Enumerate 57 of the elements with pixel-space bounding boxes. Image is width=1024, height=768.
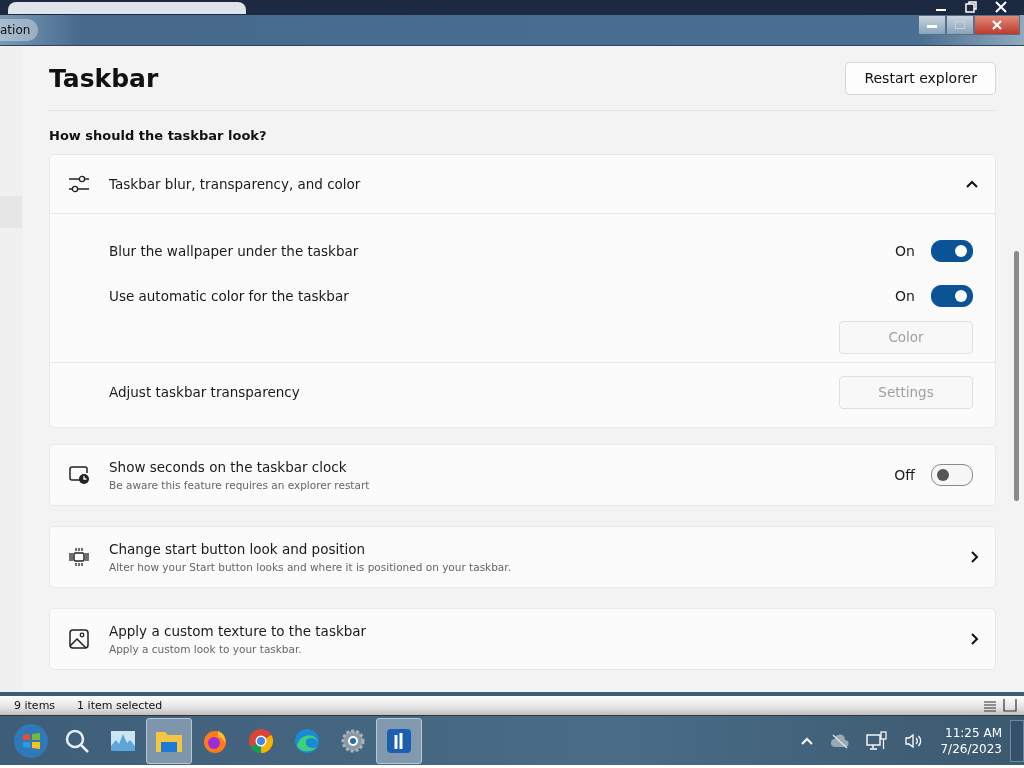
caret-up-icon[interactable] <box>800 735 815 746</box>
setting-label: Use automatic color for the taskbar <box>109 287 349 304</box>
setting-label: Blur the wallpaper under the taskbar <box>109 242 359 259</box>
setting-description: Apply a custom look to your taskbar. <box>109 643 303 655</box>
setting-description: Alter how your Start button looks and where it is positioned on your taskbar. <box>109 561 511 573</box>
close-button[interactable] <box>974 15 1020 35</box>
tiles-view-icon[interactable] <box>1002 698 1018 713</box>
setting-title: Show seconds on the taskbar clock <box>109 459 348 475</box>
clock-time: 11:25 AM <box>945 725 1002 740</box>
search-icon <box>64 727 90 754</box>
details-view-icon[interactable] <box>982 698 998 713</box>
toggle-state: On <box>895 242 915 259</box>
setting-description: Be aware this feature requires an explorer restart <box>109 479 370 491</box>
window-title: ation <box>0 19 39 41</box>
item-count: 9 items <box>14 699 56 712</box>
wave-globe-icon <box>294 727 320 754</box>
button-position-icon <box>68 547 90 567</box>
expander-title: Taskbar blur, transparency, and color <box>109 176 361 192</box>
chrome-icon <box>248 727 274 754</box>
chevron-right-icon <box>969 632 979 646</box>
cloud-off-icon[interactable] <box>830 732 851 749</box>
settings-card[interactable]: Apply a custom texture to the taskbar Apply a custom look to your taskbar. <box>49 608 996 670</box>
section-heading: How should the taskbar look? <box>49 128 268 143</box>
clock-date: 7/26/2023 <box>940 741 1002 756</box>
settings-card[interactable]: Change start button look and position Alter how your Start button looks and where it is positioned on your taskbar. <box>49 526 996 588</box>
toggle-switch[interactable] <box>931 284 973 307</box>
expander-header[interactable]: Taskbar blur, transparency, and color <box>50 155 995 214</box>
sliders-icon <box>68 175 90 193</box>
close-icon[interactable] <box>994 0 1008 14</box>
volume-icon[interactable] <box>904 732 923 749</box>
chevron-icon[interactable] <box>965 179 979 189</box>
toggle-state: Off <box>894 467 915 483</box>
clock-screen-icon <box>68 465 90 485</box>
selection-count: 1 item selected <box>77 699 163 712</box>
toggle-switch[interactable] <box>931 464 973 486</box>
image-icon <box>68 629 90 649</box>
maximize-icon <box>954 20 966 30</box>
close-icon <box>991 20 1003 30</box>
network-icon[interactable] <box>866 730 889 751</box>
scrollbar[interactable] <box>1014 251 1019 501</box>
restart-explorer-button[interactable]: Restart explorer <box>845 61 996 95</box>
taskbar-button[interactable] <box>376 717 422 764</box>
setting-title: Change start button look and position <box>109 541 367 557</box>
chevron-right-icon <box>969 550 979 564</box>
minimize-button[interactable] <box>918 15 946 35</box>
setting-label: Adjust taskbar transparency <box>109 384 300 400</box>
taskbar-button[interactable] <box>146 717 192 764</box>
start-orb-icon <box>13 722 49 759</box>
toggle-state: On <box>895 287 915 304</box>
toggle-switch[interactable] <box>931 239 973 262</box>
chart-window-icon <box>110 729 136 752</box>
restore-icon[interactable] <box>964 0 978 14</box>
gear-icon <box>340 727 366 754</box>
page-title: Taskbar <box>49 63 159 93</box>
setting-title: Apply a custom texture to the taskbar <box>109 623 367 639</box>
taskbar-clock[interactable]: 11:25 AM 7/26/2023 <box>940 725 1002 756</box>
app-icon <box>386 727 412 754</box>
